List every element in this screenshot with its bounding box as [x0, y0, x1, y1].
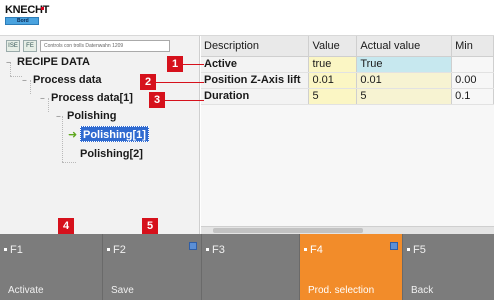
fkey-name: F3: [212, 244, 225, 256]
fkey-f5-back[interactable]: F5 Back: [403, 234, 494, 300]
fkey-indicator-icon: [206, 248, 209, 251]
cell-description: Position Z-Axis lift: [201, 72, 310, 89]
toolbar-button-1[interactable]: ISE: [6, 40, 20, 52]
fkey-name: F5: [413, 244, 426, 256]
horizontal-scrollbar[interactable]: [201, 226, 494, 234]
cell-value[interactable]: true: [308, 56, 358, 73]
tree-node-polishing-1[interactable]: Polishing[1]: [80, 126, 149, 142]
toolbar-path-field[interactable]: Controls con trolls Datenwahn 1209: [40, 40, 170, 52]
column-header-actual-value[interactable]: Actual value: [356, 36, 453, 57]
column-header-min[interactable]: Min: [451, 36, 494, 57]
cell-min: 0.1: [451, 88, 494, 105]
collapse-icon[interactable]: −: [56, 109, 64, 125]
collapse-icon[interactable]: −: [6, 55, 14, 71]
fkey-f3[interactable]: F3: [202, 234, 300, 300]
cell-value[interactable]: 0.01: [308, 72, 358, 89]
parameter-table: Description Value Actual value Min Activ…: [201, 36, 494, 234]
collapse-icon[interactable]: −: [40, 91, 48, 107]
fkey-name: F4: [310, 244, 323, 256]
toolbar-button-2[interactable]: FE: [23, 40, 37, 52]
tree-node-label: Process data[1]: [51, 92, 133, 104]
selection-icon: [390, 242, 398, 250]
tree-node-polishing[interactable]: − Polishing: [56, 108, 117, 124]
callout-line: [182, 64, 204, 65]
cell-actual-value: True: [356, 56, 453, 73]
fkey-f2-save[interactable]: F2 Save: [103, 234, 202, 300]
callout-line: [165, 100, 204, 101]
table-header-row: Description Value Actual value Min: [201, 36, 494, 57]
collapse-icon[interactable]: −: [22, 73, 30, 89]
logo-dot: [41, 7, 44, 10]
column-header-value[interactable]: Value: [308, 36, 358, 57]
table-row[interactable]: Position Z-Axis lift 0.01 0.01 0.00: [201, 72, 494, 89]
callout-line: [156, 82, 204, 83]
fkey-label: Back: [411, 285, 434, 296]
callout-badge-3: 3: [149, 92, 165, 108]
fkey-indicator-icon: [407, 248, 410, 251]
tree-connector: [62, 162, 76, 163]
tree-connector: [10, 76, 22, 77]
scrollbar-thumb[interactable]: [213, 228, 363, 233]
fkey-label: Save: [111, 285, 134, 296]
fkey-label: Activate: [8, 285, 44, 296]
fkey-f1-activate[interactable]: F1 Activate: [0, 234, 103, 300]
tree-toolbar: ISE FE Controls con trolls Datenwahn 120…: [6, 40, 170, 54]
tree-node-label: RECIPE DATA: [17, 56, 90, 68]
callout-badge-4: 4: [58, 218, 74, 234]
knecht-logo: KNECHT Bord: [5, 4, 49, 26]
tree-node-process-data[interactable]: − Process data: [22, 72, 101, 88]
table-row[interactable]: Duration 5 5 0.1: [201, 88, 494, 105]
callout-badge-1: 1: [167, 56, 183, 72]
fkey-name: F1: [10, 244, 23, 256]
cell-description: Active: [201, 56, 310, 73]
callout-badge-5: 5: [142, 218, 158, 234]
tree-node-label: Polishing: [67, 110, 117, 122]
cell-value[interactable]: 5: [308, 88, 358, 105]
fkey-label: Prod. selection: [308, 285, 375, 296]
fkey-indicator-icon: [4, 248, 7, 251]
fkey-indicator-icon: [107, 248, 110, 251]
cell-actual-value: 5: [356, 88, 453, 105]
cell-description: Duration: [201, 88, 310, 105]
logo-text: KNECHT: [5, 4, 50, 16]
cell-min: [451, 56, 494, 73]
save-disk-icon: [189, 242, 197, 250]
callout-badge-2: 2: [140, 74, 156, 90]
tree-node-recipe-data[interactable]: − RECIPE DATA: [6, 54, 90, 70]
header-bar: KNECHT Bord: [0, 0, 494, 36]
selected-arrow-icon: ➜: [68, 129, 78, 141]
table-row[interactable]: Active true True: [201, 56, 494, 73]
tree-node-process-data-1[interactable]: − Process data[1]: [40, 90, 133, 106]
logo-sub: Bord: [17, 18, 29, 24]
fkey-name: F2: [113, 244, 126, 256]
cell-min: 0.00: [451, 72, 494, 89]
column-header-description[interactable]: Description: [201, 36, 310, 57]
fkey-f4-prod-selection[interactable]: F4 Prod. selection: [300, 234, 403, 300]
tree-node-polishing-2[interactable]: Polishing[2]: [80, 146, 143, 162]
cell-actual-value: 0.01: [356, 72, 453, 89]
fkey-indicator-icon: [304, 248, 307, 251]
tree-node-label: Process data: [33, 74, 102, 86]
function-key-bar: F1 Activate F2 Save F3 F4 Prod. selectio…: [0, 234, 494, 300]
